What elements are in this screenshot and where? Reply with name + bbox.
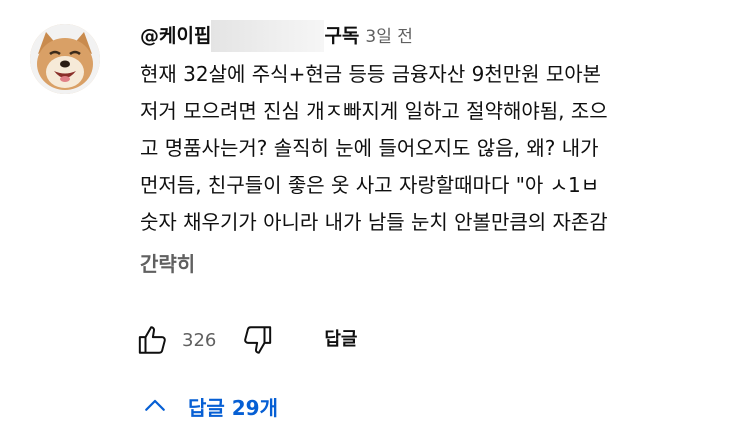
like-button[interactable] (132, 318, 176, 362)
author-name-tail[interactable]: 구독 (324, 25, 359, 47)
thumbs-up-icon (138, 326, 166, 354)
comment-line: 현재 32살에 주식+현금 등등 금융자산 9천만원 모아본 (140, 62, 602, 86)
show-less-button[interactable]: 간략히 (140, 247, 195, 281)
redacted-author-segment (211, 20, 325, 52)
chevron-up-icon (145, 399, 165, 411)
comment-line: 저거 모으려면 진심 개ㅈ빠지게 일하고 절약해야됨, 조으 (140, 99, 608, 123)
comment-line: 고 명품사는거? 솔직히 눈에 들어오지도 않음, 왜? 내가 (140, 136, 599, 160)
reply-button[interactable]: 답글 (318, 322, 363, 358)
thumbs-down-icon (244, 326, 272, 354)
author-name[interactable]: @케이핍 (140, 25, 211, 47)
replies-toggle-button[interactable]: 답글 29개 (140, 386, 278, 426)
comment-timestamp[interactable]: 3일 전 (365, 27, 413, 47)
comment-line: 숫자 채우기가 아니라 내가 남들 눈치 안볼만큼의 자존감 (140, 210, 608, 234)
replies-count-label: 답글 29개 (188, 395, 278, 420)
comment-thread: @케이핍 구독 3일 전 현재 32살에 주식+현금 등등 금융자산 9천만원 모아… (0, 0, 743, 431)
dislike-button[interactable] (234, 318, 278, 362)
comment-line: 먼저듬, 친구들이 좋은 옷 사고 자랑할때마다 "아 ㅅ1ㅂ (140, 173, 600, 197)
comment-body: 현재 32살에 주식+현금 등등 금융자산 9천만원 모아본 저거 모으려면 진… (140, 56, 743, 241)
comment-header: @케이핍 구독 3일 전 (140, 20, 743, 52)
shiba-inu-avatar-icon (30, 24, 100, 94)
comment-content: @케이핍 구독 3일 전 현재 32살에 주식+현금 등등 금융자산 9천만원 모아… (140, 20, 743, 281)
avatar[interactable] (30, 24, 100, 94)
comment-actions: 326 답글 (132, 318, 363, 362)
like-count: 326 (182, 329, 217, 351)
